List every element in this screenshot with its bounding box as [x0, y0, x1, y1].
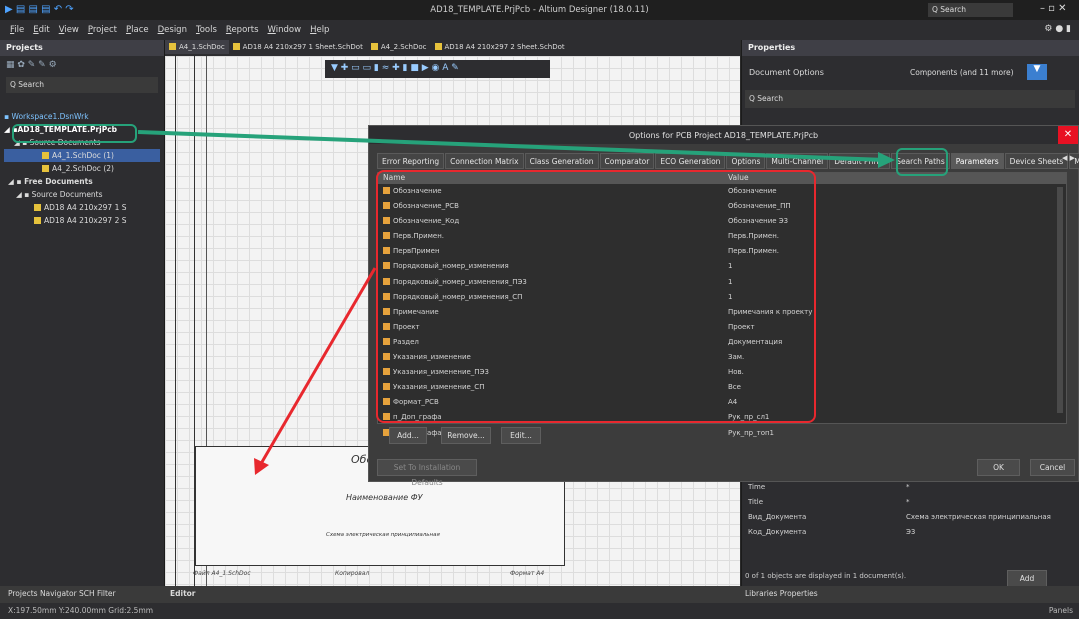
left-panel-tabs[interactable]: Projects Navigator SCH Filter: [8, 589, 116, 598]
editor-tab[interactable]: Editor: [170, 589, 196, 598]
red-arrow: [260, 267, 377, 463]
bottom-tabs: Projects Navigator SCH Filter Editor Lib…: [0, 586, 1079, 603]
annotation-arrows: [137, 130, 895, 475]
status-bar: X:197.50mm Y:240.00mm Grid:2.5mm Panels: [0, 603, 1079, 619]
green-arrow: [137, 130, 886, 162]
green-arrowhead: [878, 152, 895, 168]
panels-button[interactable]: Panels: [1049, 606, 1073, 615]
status-coords: X:197.50mm Y:240.00mm Grid:2.5mm: [8, 606, 154, 615]
right-panel-tabs[interactable]: Libraries Properties: [745, 589, 818, 598]
